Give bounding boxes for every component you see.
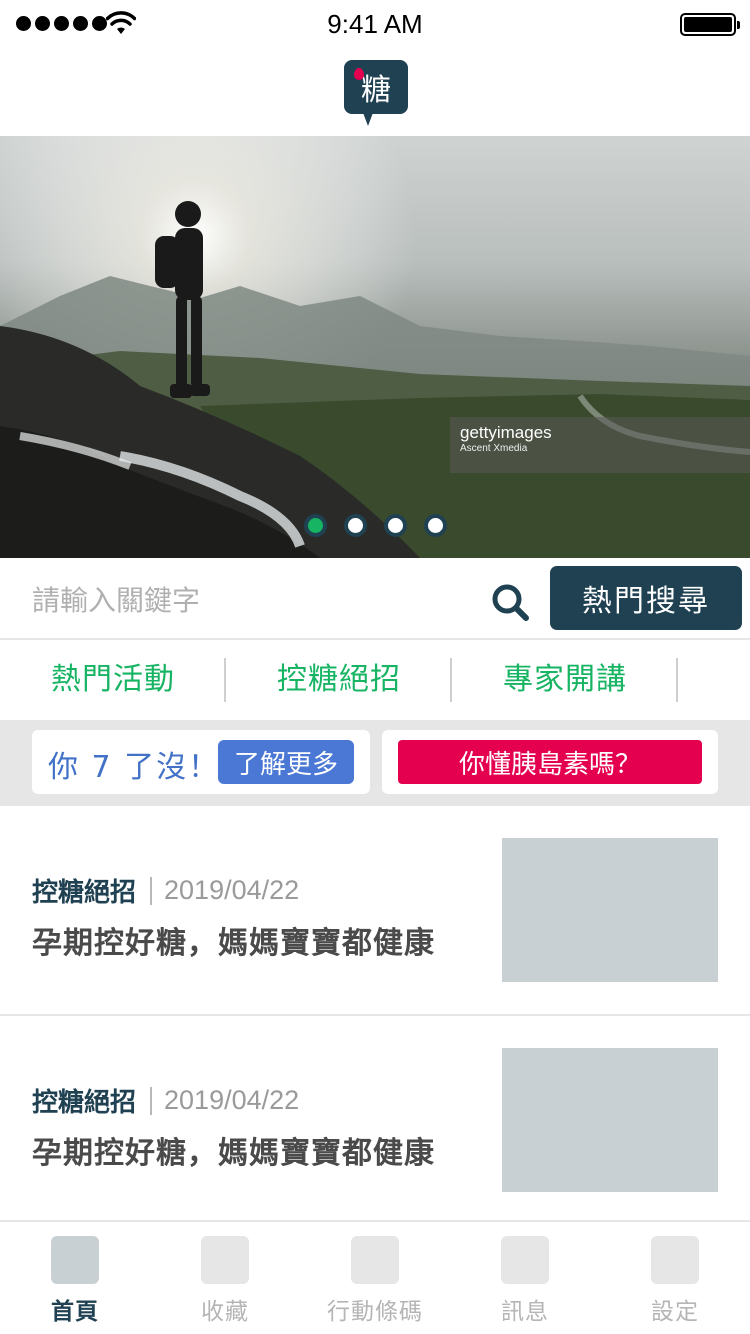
promo-headline: 你 7 了沒！ — [48, 750, 221, 785]
learn-more-button[interactable]: 了解更多 — [218, 740, 354, 784]
tab-settings[interactable]: 設定 — [600, 1222, 750, 1334]
insulin-quiz-button[interactable]: 你懂胰島素嗎？ — [398, 740, 702, 784]
app-logo[interactable]: 糖 — [344, 60, 408, 128]
message-icon — [501, 1236, 549, 1284]
promo-card-7[interactable]: 你 7 了沒！ 了解更多 — [32, 730, 370, 794]
article-item[interactable]: 控糖絕招 2019/04/22 孕期控好糖，媽媽寶寶都健康 — [0, 808, 750, 1016]
logo-mark: 糖 — [344, 60, 408, 114]
category-tab-nutrition[interactable]: 營 — [678, 640, 750, 720]
hot-search-button[interactable]: 熱門搜尋 — [550, 566, 742, 630]
search-input[interactable] — [32, 578, 472, 622]
category-tab-expert-talks[interactable]: 專家開講 — [452, 640, 678, 720]
promo-card-insulin: 你懂胰島素嗎？ — [382, 730, 718, 794]
tab-messages[interactable]: 訊息 — [450, 1222, 600, 1334]
getty-watermark: gettyimages Ascent Xmedia — [450, 417, 750, 473]
article-thumbnail — [502, 1048, 718, 1192]
article-category: 控糖絕招 — [32, 1088, 137, 1118]
battery-icon — [680, 13, 740, 36]
category-tab-sugar-control-tips[interactable]: 控糖絕招 — [226, 640, 452, 720]
article-title: 孕期控好糖，媽媽寶寶都健康 — [32, 926, 435, 961]
search-bar: 熱門搜尋 — [0, 558, 750, 640]
tab-favorites[interactable]: 收藏 — [150, 1222, 300, 1334]
category-tab-hot-events[interactable]: 熱門活動 — [0, 640, 226, 720]
article-title: 孕期控好糖，媽媽寶寶都健康 — [32, 1136, 435, 1171]
gear-icon — [651, 1236, 699, 1284]
bookmark-icon — [201, 1236, 249, 1284]
hero-banner[interactable]: gettyimages Ascent Xmedia — [0, 136, 750, 558]
carousel-dot-1[interactable] — [304, 514, 327, 537]
status-bar: 9:41 AM — [0, 0, 750, 48]
article-category: 控糖絕招 — [32, 878, 137, 908]
barcode-icon — [351, 1236, 399, 1284]
carousel-dot-2[interactable] — [344, 514, 367, 537]
tab-barcode[interactable]: 行動條碼 — [300, 1222, 450, 1334]
carousel-pagination — [304, 514, 447, 537]
category-tabs: 熱門活動 控糖絕招 專家開講 營 — [0, 640, 750, 720]
home-icon — [51, 1236, 99, 1284]
article-date: 2019/04/22 — [164, 875, 300, 905]
tab-home[interactable]: 首頁 — [0, 1222, 150, 1334]
article-thumbnail — [502, 838, 718, 982]
promo-band: 你 7 了沒！ 了解更多 你懂胰島素嗎？ — [0, 720, 750, 806]
blood-drop-icon — [354, 68, 364, 80]
carousel-dot-4[interactable] — [424, 514, 447, 537]
bottom-tab-bar: 首頁 收藏 行動條碼 訊息 設定 — [0, 1220, 750, 1334]
status-time: 9:41 AM — [327, 9, 423, 39]
hero-landscape-image — [0, 136, 750, 558]
article-date: 2019/04/22 — [164, 1085, 300, 1115]
carousel-dot-3[interactable] — [384, 514, 407, 537]
article-item[interactable]: 控糖絕招 2019/04/22 孕期控好糖，媽媽寶寶都健康 — [0, 1018, 750, 1226]
search-icon[interactable] — [490, 582, 530, 622]
